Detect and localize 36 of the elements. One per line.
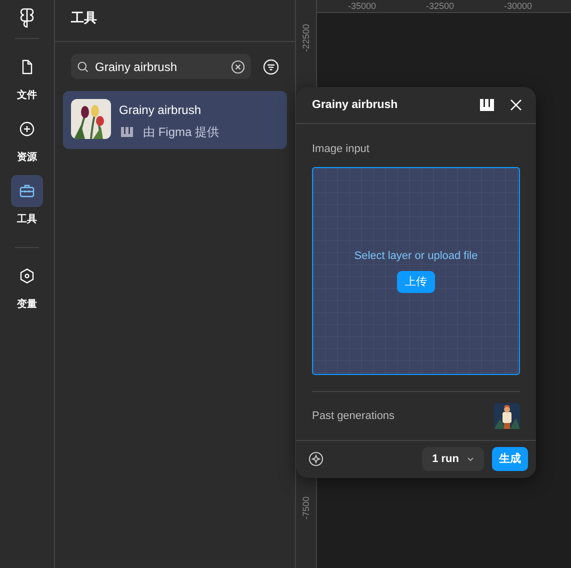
tool-logo-icon (480, 99, 494, 112)
panel-title: 工具 (71, 10, 97, 25)
provider-label: 由 Figma 提供 (143, 124, 220, 141)
tool-name: Grainy airbrush (119, 102, 202, 119)
section-label: Image input (312, 142, 370, 158)
ruler-label: -35000 (348, 1, 376, 11)
search-icon (77, 60, 89, 74)
caret-icon (467, 456, 474, 462)
search-box[interactable]: Grainy airbrush (71, 54, 251, 79)
ruler-label: -7500 (301, 495, 311, 522)
image-drop-zone[interactable]: Select layer or upload file 上传 (312, 166, 520, 375)
sparkle-target-icon (308, 451, 324, 468)
runs-dropdown[interactable]: 1 run (422, 447, 484, 472)
tool-logo-icon (121, 127, 133, 137)
filter-button[interactable] (263, 58, 279, 74)
clear-button[interactable] (231, 60, 245, 74)
rail-tab[interactable]: 变量 (11, 260, 43, 312)
close-button[interactable] (510, 99, 522, 112)
rail-tab[interactable]: 文件 (11, 51, 43, 103)
search-field[interactable]: Grainy airbrush (95, 58, 225, 76)
hexagon-icon (19, 268, 35, 284)
close-icon (510, 99, 522, 112)
logo-icon[interactable] (20, 8, 34, 28)
ruler-label: -30000 (504, 1, 532, 11)
drop-hint: Select layer or upload file (354, 249, 478, 264)
filter-icon (263, 58, 279, 74)
settings-button[interactable] (308, 451, 324, 468)
clear-icon (231, 60, 245, 74)
add-icon (19, 121, 35, 137)
toolbox-icon (19, 183, 35, 199)
rail-tab[interactable]: 资源 (11, 113, 43, 165)
ruler-label: -22500 (301, 24, 311, 52)
tool-list-item[interactable]: Grainy airbrush 由 Figma 提供 (63, 91, 287, 149)
ruler-label: -32500 (426, 1, 454, 11)
dialog-title: Grainy airbrush (312, 98, 399, 112)
section-label: Past generations (312, 408, 395, 424)
